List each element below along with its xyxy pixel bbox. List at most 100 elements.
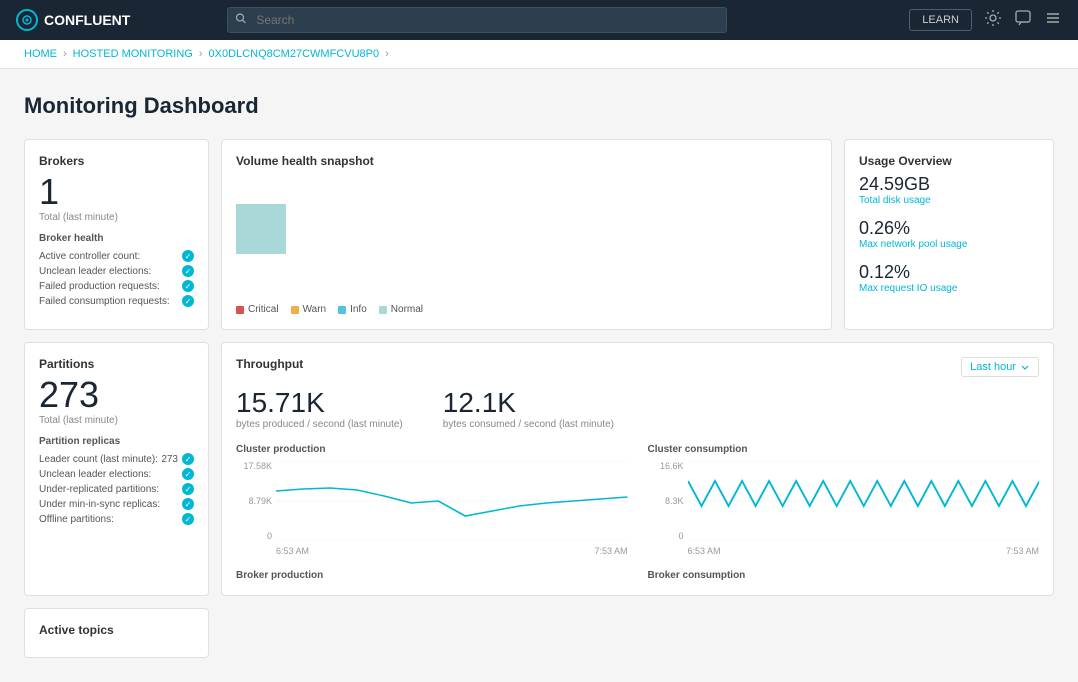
y-label-prod-1: 8.79K [236,496,272,506]
search-bar [227,7,727,33]
x-end-prod: 7:53 AM [594,546,627,556]
health-row-3: Failed consumption requests: ✓ [39,295,194,307]
legend-label-normal: Normal [391,304,423,315]
throughput-produced-value: 15.71K [236,387,403,419]
chat-icon[interactable] [1014,9,1032,32]
throughput-card: Throughput Last hour 15.71K bytes produc… [221,342,1054,596]
throughput-produced: 15.71K bytes produced / second (last min… [236,387,403,430]
last-hour-label: Last hour [970,361,1016,373]
legend-warn: Warn [291,304,327,315]
throughput-metrics: 15.71K bytes produced / second (last min… [236,387,1039,430]
y-label-cons-1: 8.3K [648,496,684,506]
legend-label-info: Info [350,304,367,315]
legend-label-critical: Critical [248,304,279,315]
x-end-cons: 7:53 AM [1006,546,1039,556]
brokers-count: 1 [39,174,194,210]
cluster-consumption-label: Cluster consumption [648,444,1040,455]
partitions-count: 273 [39,377,194,413]
partition-replicas-title: Partition replicas [39,436,194,447]
broker-charts-labels: Broker production Broker consumption [236,562,1039,581]
replica-check-4: ✓ [182,513,194,525]
active-topics-title: Active topics [39,623,194,637]
learn-button[interactable]: LEARN [909,9,972,31]
health-label-3: Failed consumption requests: [39,296,170,307]
broker-production-label: Broker production [236,570,628,581]
volume-placeholder [236,204,286,254]
x-start-prod: 6:53 AM [276,546,309,556]
volume-card: Volume health snapshot Critical Warn Inf… [221,139,832,330]
volume-title: Volume health snapshot [236,154,817,168]
usage-disk: 24.59GB Total disk usage [859,174,1039,206]
replica-check-1: ✓ [182,468,194,480]
legend-dot-normal [379,306,387,314]
check-icon-1: ✓ [182,265,194,277]
partitions-card: Partitions 273 Total (last minute) Parti… [24,342,209,596]
partitions-sub-label: Total (last minute) [39,415,194,426]
replica-label-3: Under min-in-sync replicas: [39,499,160,510]
legend-dot-warn [291,306,299,314]
throughput-title: Throughput [236,357,303,371]
chart-y-production: 17.58K 8.79K 0 [236,461,272,541]
chart-y-consumption: 16.6K 8.3K 0 [648,461,684,541]
x-start-cons: 6:53 AM [688,546,721,556]
main-content: Monitoring Dashboard Brokers 1 Total (la… [0,69,1078,682]
volume-legend: Critical Warn Info Normal [236,304,817,315]
bottom-right-placeholder [221,608,1054,658]
legend-info: Info [338,304,367,315]
throughput-header: Throughput Last hour [236,357,1039,377]
brokers-title: Brokers [39,154,194,168]
health-row-2: Failed production requests: ✓ [39,280,194,292]
replica-row-4: Offline partitions: ✓ [39,513,194,525]
usage-io-label: Max request IO usage [859,283,1039,294]
health-label-0: Active controller count: [39,251,140,262]
logo-icon [16,9,38,31]
check-icon-2: ✓ [182,280,194,292]
legend-dot-critical [236,306,244,314]
menu-icon[interactable] [1044,9,1062,32]
logo[interactable]: CONFLUENT [16,9,130,31]
active-topics-card: Active topics [24,608,209,658]
brokers-sub-label: Total (last minute) [39,212,194,223]
usage-card: Usage Overview 24.59GB Total disk usage … [844,139,1054,330]
health-label-1: Unclean leader elections: [39,266,151,277]
cluster-production-label: Cluster production [236,444,628,455]
search-icon [235,13,247,28]
broker-consumption-label: Broker consumption [648,570,1040,581]
usage-title: Usage Overview [859,154,1039,168]
health-row-0: Active controller count: ✓ [39,250,194,262]
settings-icon[interactable] [984,9,1002,32]
replica-check-3: ✓ [182,498,194,510]
cluster-production-chart: Cluster production 17.58K 8.79K 0 [236,444,628,556]
last-hour-button[interactable]: Last hour [961,357,1039,377]
chevron-down-icon [1020,362,1030,372]
throughput-produced-label: bytes produced / second (last minute) [236,419,403,430]
cluster-consumption-chart: Cluster consumption 16.6K 8.3K 0 [648,444,1040,556]
throughput-consumed: 12.1K bytes consumed / second (last minu… [443,387,614,430]
replica-number-0: 273 [161,454,178,465]
topnav-right: LEARN [909,9,1062,32]
check-icon-0: ✓ [182,250,194,262]
health-label-2: Failed production requests: [39,281,160,292]
replica-check-0: ✓ [182,453,194,465]
search-input[interactable] [227,7,727,33]
breadcrumb-hosted-monitoring[interactable]: HOSTED MONITORING [73,48,193,60]
replica-label-2: Under-replicated partitions: [39,484,159,495]
logo-text: CONFLUENT [44,12,130,28]
brokers-card: Brokers 1 Total (last minute) Broker hea… [24,139,209,330]
replica-row-2: Under-replicated partitions: ✓ [39,483,194,495]
usage-disk-label: Total disk usage [859,195,1039,206]
topnav: CONFLUENT LEARN [0,0,1078,40]
health-row-1: Unclean leader elections: ✓ [39,265,194,277]
check-icon-3: ✓ [182,295,194,307]
y-label-cons-0: 16.6K [648,461,684,471]
partitions-title: Partitions [39,357,194,371]
breadcrumb-home[interactable]: HOME [24,48,57,60]
y-label-prod-2: 0 [236,531,272,541]
replica-row-3: Under min-in-sync replicas: ✓ [39,498,194,510]
replica-label-1: Unclean leader elections: [39,469,151,480]
replica-value-0: 273 ✓ [161,453,194,465]
breadcrumb-cluster-id[interactable]: 0X0DLCNQ8CM27CWMFCVU8P0 [209,48,380,60]
page-title: Monitoring Dashboard [24,93,1054,119]
usage-network: 0.26% Max network pool usage [859,218,1039,250]
throughput-consumed-label: bytes consumed / second (last minute) [443,419,614,430]
